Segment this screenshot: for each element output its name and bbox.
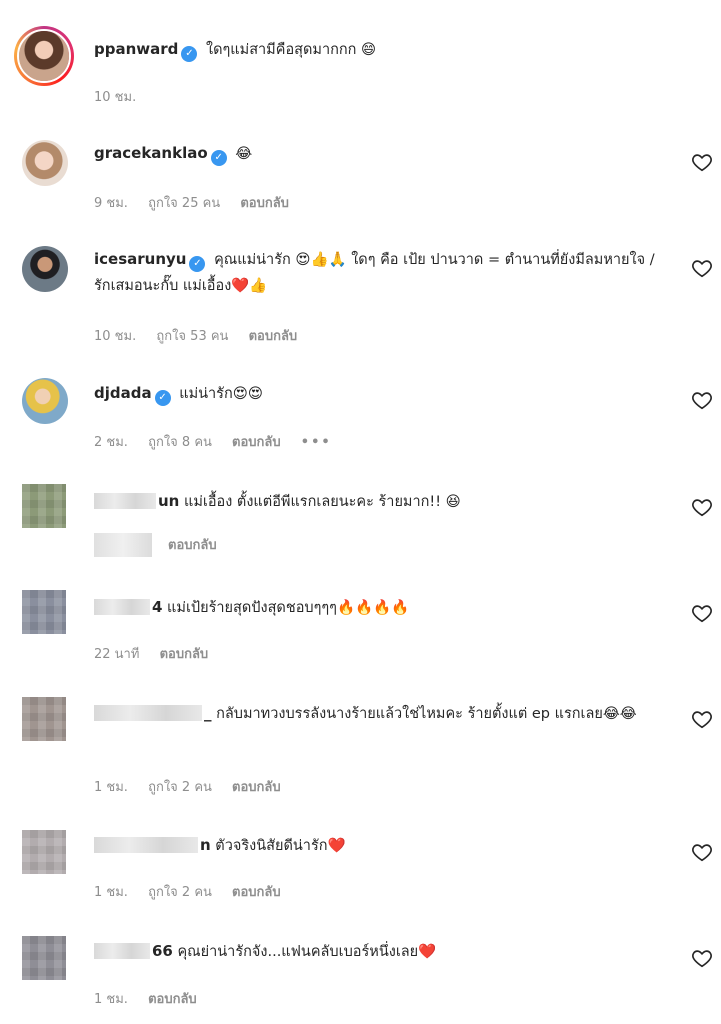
- comment-time[interactable]: 22 นาที: [94, 647, 139, 662]
- verified-badge-icon: ✓: [181, 46, 198, 62]
- blurred-username: [94, 493, 156, 509]
- reply-button[interactable]: ตอบกลับ: [168, 538, 217, 553]
- heart-outline-icon[interactable]: [691, 389, 713, 411]
- comment-meta: 10 ชม. ถูกใจ 53 คน ตอบกลับ: [94, 325, 313, 346]
- avatar[interactable]: [14, 26, 74, 86]
- username[interactable]: 66: [152, 942, 173, 960]
- comment-line: 4 แม่เป้ยร้ายสุดปังสุดชอบๆๆๆ🔥🔥🔥🔥: [94, 594, 663, 621]
- username[interactable]: n: [200, 836, 211, 854]
- comment-text: ใดๆแม่สามีคือสุดมากกก 😄: [206, 42, 377, 58]
- like-count[interactable]: ถูกใจ 8 คน: [148, 435, 212, 450]
- comment-line: un แม่เอื้อง ตั้งแต่อีพีแรกเลยนะคะ ร้ายม…: [94, 488, 663, 515]
- comment-meta: ตอบกลับ: [94, 533, 233, 557]
- username[interactable]: icesarunyu: [94, 250, 186, 268]
- comment-meta: 2 ชม. ถูกใจ 8 คน ตอบกลับ •••: [94, 431, 348, 452]
- comment-text: กลับมาทวงบรรลังนางร้ายแล้วใช่ไหมคะ ร้ายต…: [216, 706, 637, 722]
- avatar[interactable]: [22, 246, 68, 292]
- reply-button[interactable]: ตอบกลับ: [240, 196, 289, 211]
- username[interactable]: gracekanklao: [94, 144, 208, 162]
- comment-time[interactable]: 1 ชม.: [94, 885, 128, 900]
- blurred-time: [94, 533, 152, 557]
- verified-badge-icon: ✓: [189, 256, 206, 272]
- heart-outline-icon[interactable]: [691, 257, 713, 279]
- username[interactable]: djdada: [94, 384, 152, 402]
- reply-button[interactable]: ตอบกลับ: [232, 885, 281, 900]
- comment-text: แม่น่ารัก😍😍: [179, 386, 263, 402]
- avatar[interactable]: [22, 484, 66, 528]
- heart-outline-icon[interactable]: [691, 841, 713, 863]
- comment-text: 😂: [235, 146, 253, 162]
- reply-button[interactable]: ตอบกลับ: [160, 647, 209, 662]
- blurred-username: [94, 943, 150, 959]
- comment-line: icesarunyu ✓ คุณแม่น่ารัก 😍👍🙏 ใดๆ คือ เป้…: [94, 246, 663, 299]
- comment-meta: 1 ชม. ตอบกลับ: [94, 988, 213, 1009]
- comment-text: คุณย่าน่ารักจัง...แฟนคลับเบอร์หนึ่งเลย❤️: [177, 944, 437, 960]
- avatar[interactable]: [22, 140, 68, 186]
- username[interactable]: ppanward: [94, 40, 178, 58]
- username[interactable]: un: [158, 492, 179, 510]
- like-count[interactable]: ถูกใจ 2 คน: [148, 885, 212, 900]
- comment-text: แม่เอื้อง ตั้งแต่อีพีแรกเลยนะคะ ร้ายมาก!…: [183, 494, 461, 510]
- verified-badge-icon: ✓: [154, 390, 171, 406]
- heart-outline-icon[interactable]: [691, 151, 713, 173]
- avatar[interactable]: [22, 936, 66, 980]
- reply-button[interactable]: ตอบกลับ: [148, 992, 197, 1007]
- comment-meta: 9 ชม. ถูกใจ 25 คน ตอบกลับ: [94, 192, 305, 213]
- heart-outline-icon[interactable]: [691, 602, 713, 624]
- comment-text: ตัวจริงนิสัยดีน่ารัก❤️: [215, 838, 346, 854]
- blurred-username: [94, 705, 202, 721]
- avatar[interactable]: [22, 830, 66, 874]
- comment-time[interactable]: 1 ชม.: [94, 992, 128, 1007]
- heart-outline-icon[interactable]: [691, 947, 713, 969]
- comment-time[interactable]: 9 ชม.: [94, 196, 128, 211]
- comment-line: 66 คุณย่าน่ารักจัง...แฟนคลับเบอร์หนึ่งเล…: [94, 938, 663, 965]
- comment-meta: 1 ชม. ถูกใจ 2 คน ตอบกลับ: [94, 776, 297, 797]
- avatar[interactable]: [22, 590, 66, 634]
- reply-button[interactable]: ตอบกลับ: [249, 329, 298, 344]
- comment-line: n ตัวจริงนิสัยดีน่ารัก❤️: [94, 832, 663, 859]
- avatar[interactable]: [22, 378, 68, 424]
- reply-button[interactable]: ตอบกลับ: [232, 780, 281, 795]
- comment-line: djdada ✓ แม่น่ารัก😍😍: [94, 380, 663, 407]
- username[interactable]: 4: [152, 598, 162, 616]
- comment-text: แม่เป้ยร้ายสุดปังสุดชอบๆๆๆ🔥🔥🔥🔥: [167, 600, 410, 616]
- comment-line: _ กลับมาทวงบรรลังนางร้ายแล้วใช่ไหมคะ ร้า…: [94, 700, 663, 727]
- blurred-username: [94, 599, 150, 615]
- avatar[interactable]: [22, 697, 66, 741]
- reply-button[interactable]: ตอบกลับ: [232, 435, 281, 450]
- comment-meta: 1 ชม. ถูกใจ 2 คน ตอบกลับ: [94, 881, 297, 902]
- comment-time[interactable]: 10 ชม.: [94, 329, 136, 344]
- more-options-icon[interactable]: •••: [301, 435, 332, 450]
- comment-time[interactable]: 1 ชม.: [94, 780, 128, 795]
- like-count[interactable]: ถูกใจ 25 คน: [148, 196, 220, 211]
- verified-badge-icon: ✓: [210, 150, 227, 166]
- blurred-username: [94, 837, 198, 853]
- comment-line: gracekanklao ✓ 😂: [94, 140, 663, 167]
- like-count[interactable]: ถูกใจ 2 คน: [148, 780, 212, 795]
- heart-outline-icon[interactable]: [691, 708, 713, 730]
- like-count[interactable]: ถูกใจ 53 คน: [156, 329, 228, 344]
- username[interactable]: _: [204, 704, 212, 722]
- comment-line: ppanward ✓ ใดๆแม่สามีคือสุดมากกก 😄: [94, 36, 663, 63]
- comment-meta: 10 ชม.: [94, 86, 152, 107]
- comment-meta: 22 นาที ตอบกลับ: [94, 643, 224, 664]
- comment-time[interactable]: 2 ชม.: [94, 435, 128, 450]
- comment-time[interactable]: 10 ชม.: [94, 90, 136, 105]
- heart-outline-icon[interactable]: [691, 496, 713, 518]
